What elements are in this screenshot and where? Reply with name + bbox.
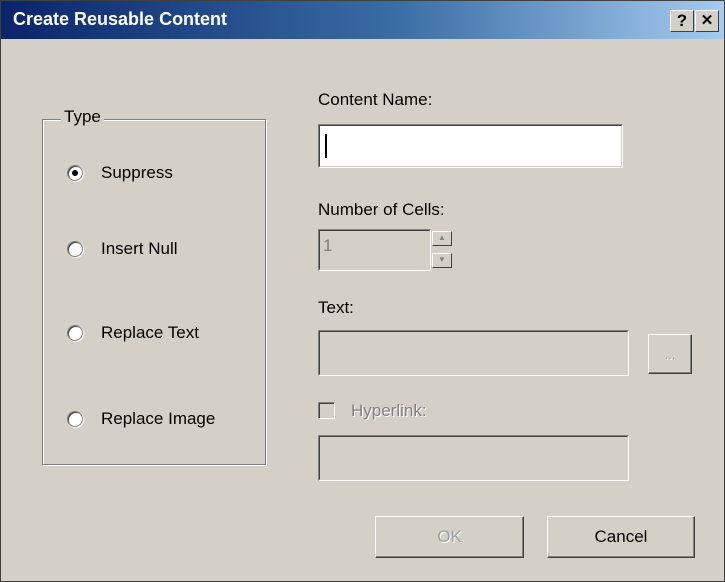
- content-name-input[interactable]: [318, 124, 623, 168]
- radio-suppress[interactable]: Suppress: [67, 161, 173, 185]
- radio-button-icon[interactable]: [67, 165, 83, 181]
- cancel-button[interactable]: Cancel: [547, 516, 695, 558]
- ok-button[interactable]: OK: [375, 516, 524, 558]
- text-input[interactable]: [318, 330, 629, 376]
- content-name-label: Content Name:: [318, 90, 433, 109]
- spin-up-button[interactable]: ▲: [432, 231, 452, 246]
- radio-button-icon[interactable]: [67, 241, 83, 257]
- ok-button-label: OK: [437, 527, 462, 546]
- radio-label-replace-text: Replace Text: [101, 323, 199, 342]
- number-of-cells-label: Number of Cells:: [318, 200, 445, 219]
- type-group-legend: Type: [61, 107, 104, 127]
- close-button[interactable]: ✕: [695, 10, 719, 32]
- radio-insert-null[interactable]: Insert Null: [67, 237, 178, 261]
- cancel-button-label: Cancel: [594, 527, 648, 546]
- hyperlink-checkbox[interactable]: [318, 402, 335, 419]
- radio-replace-text[interactable]: Replace Text: [67, 321, 199, 345]
- number-of-cells-value: 1: [323, 236, 333, 255]
- title-bar[interactable]: Create Reusable Content ? ✕: [1, 1, 724, 39]
- radio-button-icon[interactable]: [67, 325, 83, 341]
- hyperlink-input[interactable]: [318, 435, 629, 481]
- help-icon: ?: [676, 11, 688, 30]
- window-title: Create Reusable Content: [13, 9, 228, 29]
- radio-button-icon[interactable]: [67, 411, 83, 427]
- radio-label-suppress: Suppress: [101, 163, 173, 182]
- ellipsis-icon: ...: [664, 346, 676, 362]
- create-reusable-content-dialog: Create Reusable Content ? ✕ Type Suppres…: [0, 0, 725, 582]
- radio-replace-image[interactable]: Replace Image: [67, 407, 215, 431]
- radio-selected-dot: [72, 170, 78, 176]
- radio-label-insert-null: Insert Null: [101, 239, 178, 258]
- radio-label-replace-image: Replace Image: [101, 409, 216, 428]
- help-button[interactable]: ?: [670, 10, 694, 32]
- text-label: Text:: [318, 298, 354, 317]
- browse-button[interactable]: ...: [648, 334, 692, 374]
- number-of-cells-field[interactable]: 1: [318, 229, 431, 271]
- text-input-bevel: [319, 331, 628, 375]
- hyperlink-input-bevel: [319, 436, 628, 480]
- number-of-cells-bevel: [319, 230, 430, 270]
- chevron-up-icon: ▲: [438, 233, 446, 242]
- content-name-input-bevel: [319, 125, 622, 167]
- text-caret: [325, 134, 327, 158]
- chevron-down-icon: ▼: [438, 255, 446, 264]
- hyperlink-label: Hyperlink:: [351, 401, 427, 420]
- spin-down-button[interactable]: ▼: [432, 253, 452, 268]
- close-icon: ✕: [700, 12, 714, 29]
